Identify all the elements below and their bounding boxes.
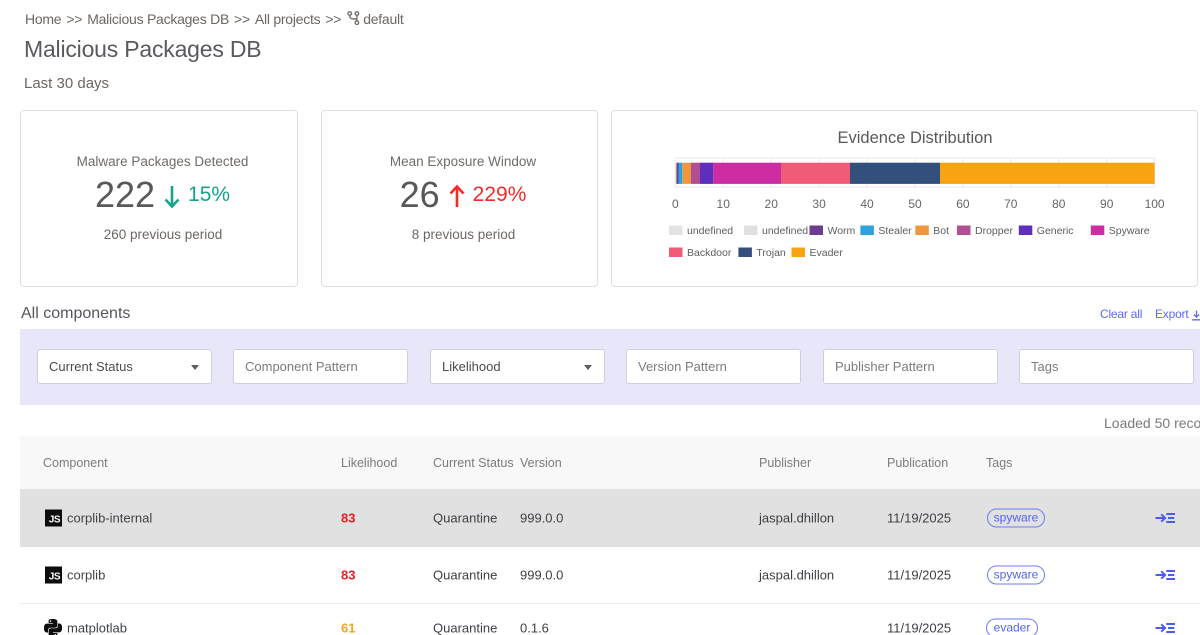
svg-text:20: 20: [765, 197, 779, 211]
svg-text:30: 30: [812, 197, 826, 211]
svg-text:Stealer: Stealer: [878, 225, 912, 237]
svg-text:Evader: Evader: [810, 247, 844, 259]
svg-text:Dropper: Dropper: [975, 225, 1013, 237]
svg-text:Spyware: Spyware: [1109, 225, 1150, 237]
svg-text:Trojan: Trojan: [756, 247, 786, 259]
svg-text:50: 50: [908, 197, 922, 211]
svg-text:undefined: undefined: [762, 225, 808, 237]
svg-text:0: 0: [672, 197, 679, 211]
svg-text:10: 10: [717, 197, 731, 211]
svg-text:undefined: undefined: [687, 225, 733, 237]
svg-text:100: 100: [1145, 197, 1165, 211]
svg-text:Worm: Worm: [828, 225, 856, 237]
svg-text:40: 40: [860, 197, 874, 211]
svg-text:Generic: Generic: [1037, 225, 1074, 237]
svg-text:60: 60: [956, 197, 970, 211]
svg-text:80: 80: [1052, 197, 1066, 211]
svg-text:Bot: Bot: [933, 225, 949, 237]
svg-text:70: 70: [1004, 197, 1018, 211]
svg-text:90: 90: [1100, 197, 1114, 211]
svg-text:Evidence Distribution: Evidence Distribution: [838, 129, 993, 147]
svg-text:Backdoor: Backdoor: [687, 247, 732, 259]
